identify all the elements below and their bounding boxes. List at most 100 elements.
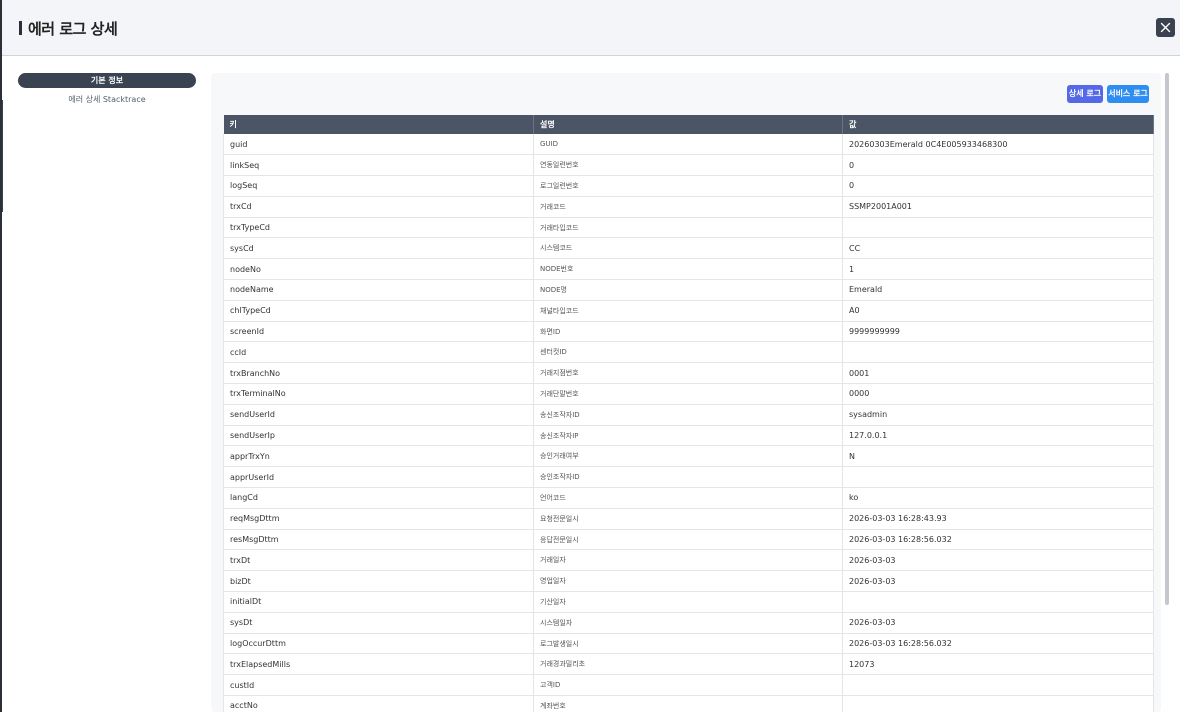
table-row: trxDt 거래일자 2026-03-03 <box>223 549 1154 572</box>
modal-title: 에러 로그 상세 <box>28 20 118 38</box>
cell-key: trxTerminalNo <box>223 383 534 405</box>
cell-value: 2026-03-03 16:28:56.032 <box>842 633 1154 655</box>
table-row: trxCd 거래코드 SSMP2001A001 <box>223 196 1154 218</box>
cell-key: trxDt <box>223 549 534 572</box>
table-row: apprUserId 승인조작자ID <box>223 466 1154 489</box>
cell-value: 2026-03-03 <box>842 549 1154 572</box>
cell-value: 2026-03-03 16:28:56.032 <box>842 529 1154 551</box>
cell-description: 승인거래여부 <box>533 445 843 468</box>
cell-value: SSMP2001A001 <box>842 196 1154 218</box>
table-row: sysCd 시스템코드 CC <box>223 237 1154 260</box>
cell-value: 2026-03-03 <box>842 612 1154 634</box>
cell-key: resMsgDttm <box>223 529 534 551</box>
vertical-scrollbar[interactable] <box>1165 73 1169 605</box>
cell-description: 화면ID <box>533 321 843 343</box>
cell-value: 20260303Emerald 0C4E005933468300 <box>842 134 1154 156</box>
cell-value <box>842 695 1154 712</box>
cell-value <box>842 591 1154 613</box>
cell-key: apprUserId <box>223 466 534 489</box>
cell-value <box>842 466 1154 489</box>
cell-key: custId <box>223 674 534 697</box>
cell-description: 승인조작자ID <box>533 466 843 489</box>
cell-value: 2026-03-03 16:28:43.93 <box>842 508 1154 530</box>
cell-key: nodeName <box>223 279 534 301</box>
table-row: nodeName NODE명 Emerald <box>223 279 1154 301</box>
error-log-detail-modal: 에러 로그 상세 기본 정보 에러 상세 Stacktrace 상세 로그 서비… <box>0 0 1180 712</box>
cell-value <box>842 341 1154 364</box>
table-row: langCd 언어코드 ko <box>223 487 1154 509</box>
cell-description: 거래일자 <box>533 549 843 572</box>
cell-value: A0 <box>842 300 1154 322</box>
cell-description: 송신조작자ID <box>533 404 843 426</box>
cell-key: trxElapsedMills <box>223 653 534 676</box>
cell-value: N <box>842 445 1154 468</box>
table-row: acctNo 계좌번호 <box>223 695 1154 712</box>
close-icon <box>1160 22 1171 33</box>
cell-value: ko <box>842 487 1154 509</box>
cell-key: apprTrxYn <box>223 445 534 468</box>
cell-key: logSeq <box>223 175 534 197</box>
cell-description: 계좌번호 <box>533 695 843 712</box>
table-row: trxElapsedMills 거래경과밀리초 12073 <box>223 653 1154 676</box>
cell-description: 기산일자 <box>533 591 843 613</box>
log-action-buttons: 상세 로그 서비스 로그 <box>1067 85 1149 103</box>
table-row: custId 고객ID <box>223 674 1154 697</box>
cell-description: 로그일련번호 <box>533 175 843 197</box>
cell-description: 송신조작자IP <box>533 425 843 447</box>
cell-value: 9999999999 <box>842 321 1154 343</box>
table-row: resMsgDttm 응답전문일시 2026-03-03 16:28:56.032 <box>223 529 1154 551</box>
modal-header: 에러 로그 상세 <box>2 0 1180 56</box>
cell-description: NODE번호 <box>533 258 843 281</box>
title-accent-bar <box>19 21 22 35</box>
table-row: nodeNo NODE번호 1 <box>223 258 1154 281</box>
cell-description: 채널타입코드 <box>533 300 843 322</box>
table-row: sysDt 시스템일자 2026-03-03 <box>223 612 1154 634</box>
detail-sidebar: 기본 정보 에러 상세 Stacktrace <box>18 73 196 106</box>
cell-description: 거래경과밀리초 <box>533 653 843 676</box>
cell-key: reqMsgDttm <box>223 508 534 530</box>
cell-description: 거래단말번호 <box>533 383 843 405</box>
table-row: sendUserIp 송신조작자IP 127.0.0.1 <box>223 425 1154 447</box>
cell-value: 2026-03-03 <box>842 570 1154 593</box>
table-row: guid GUID 20260303Emerald 0C4E005933468300 <box>223 134 1154 156</box>
column-header-key: 키 <box>223 115 534 134</box>
cell-key: sysDt <box>223 612 534 634</box>
cell-key: initialDt <box>223 591 534 613</box>
cell-value: CC <box>842 237 1154 260</box>
cell-key: ccId <box>223 341 534 364</box>
cell-key: chlTypeCd <box>223 300 534 322</box>
sidebar-item-stacktrace[interactable]: 에러 상세 Stacktrace <box>18 94 196 106</box>
table-row: ccId 센터컷ID <box>223 341 1154 364</box>
column-header-description: 설명 <box>533 115 843 134</box>
cell-key: guid <box>223 134 534 156</box>
table-body: guid GUID 20260303Emerald 0C4E005933468300… <box>223 134 1154 712</box>
cell-key: trxCd <box>223 196 534 218</box>
table-row: screenId 화면ID 9999999999 <box>223 321 1154 343</box>
cell-key: screenId <box>223 321 534 343</box>
service-log-button[interactable]: 서비스 로그 <box>1107 85 1149 103</box>
cell-key: trxTypeCd <box>223 217 534 239</box>
table-row: initialDt 기산일자 <box>223 591 1154 613</box>
cell-key: acctNo <box>223 695 534 712</box>
close-button[interactable] <box>1156 18 1175 37</box>
table-row: apprTrxYn 승인거래여부 N <box>223 445 1154 468</box>
table-row: trxBranchNo 거래지점번호 0001 <box>223 362 1154 385</box>
cell-value: 1 <box>842 258 1154 281</box>
table-row: sendUserId 송신조작자ID sysadmin <box>223 404 1154 426</box>
cell-description: 시스템코드 <box>533 237 843 260</box>
cell-key: bizDt <box>223 570 534 593</box>
cell-key: sendUserIp <box>223 425 534 447</box>
log-detail-table: 키 설명 값 guid GUID 20260303Emerald 0C4E00593… <box>223 115 1154 712</box>
sidebar-item-basic-info[interactable]: 기본 정보 <box>18 73 196 88</box>
cell-value <box>842 217 1154 239</box>
cell-description: GUID <box>533 134 843 156</box>
cell-value: 12073 <box>842 653 1154 676</box>
detail-log-button[interactable]: 상세 로그 <box>1067 85 1103 103</box>
cell-value: 0001 <box>842 362 1154 385</box>
cell-key: langCd <box>223 487 534 509</box>
cell-value: 0 <box>842 175 1154 197</box>
cell-description: 거래타입코드 <box>533 217 843 239</box>
table-row: logSeq 로그일련번호 0 <box>223 175 1154 197</box>
cell-key: linkSeq <box>223 154 534 177</box>
table-row: trxTypeCd 거래타입코드 <box>223 217 1154 239</box>
